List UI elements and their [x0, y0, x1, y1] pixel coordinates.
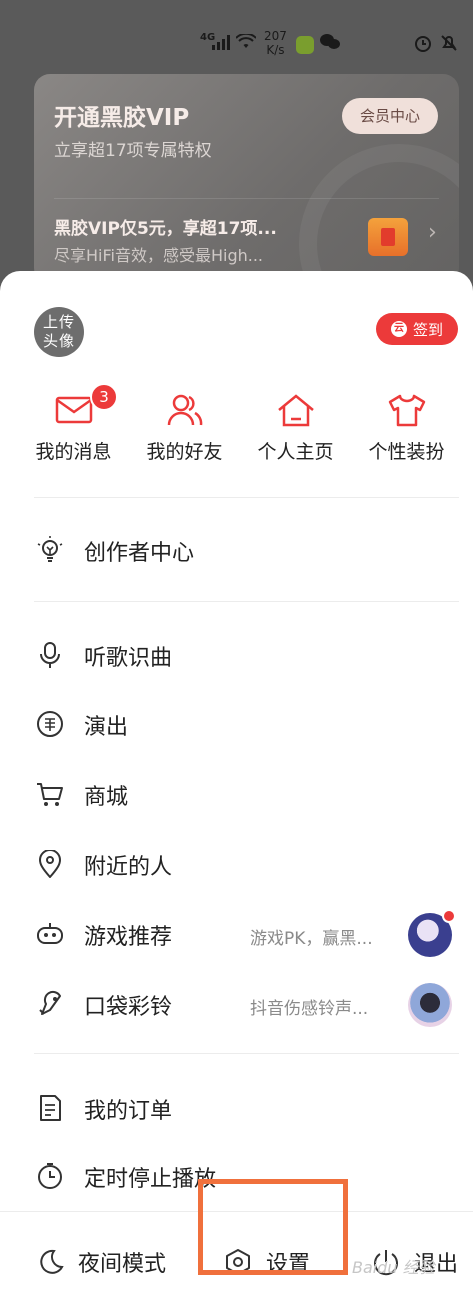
menu-item-ringtones[interactable]: 口袋彩铃 抖音伤感铃声... [0, 975, 473, 1033]
quick-action-friends[interactable]: 我的好友 [129, 389, 240, 479]
bottom-action-bar: 夜间模式 设置 退出 Baidu 经验 [0, 1179, 473, 1304]
menu-item-label: 商城 [84, 785, 129, 810]
red-envelope-icon [368, 218, 408, 256]
settings-label: 设置 [266, 1252, 311, 1277]
unread-badge: 3 [90, 383, 118, 411]
lightbulb-icon [37, 536, 63, 562]
night-mode-button[interactable]: 夜间模式 [36, 1242, 166, 1282]
vip-title: 开通黑胶VIP [54, 105, 190, 131]
settings-button[interactable]: 设置 [224, 1242, 310, 1282]
side-drawer: 上传 头像 云 签到 3 我的消息 我的好友 个人主页 个性装扮 创作者中心 听… [0, 271, 473, 1304]
vip-promo-subtitle: 尽享HiFi音效，感受最High... [54, 246, 263, 265]
divider [34, 601, 459, 602]
menu-item-music-recognition[interactable]: 听歌识曲 [0, 626, 473, 684]
menu-item-nearby[interactable]: 附近的人 [0, 835, 473, 893]
cart-icon [37, 783, 63, 806]
home-icon [277, 394, 314, 427]
night-mode-label: 夜间模式 [78, 1252, 167, 1277]
menu-item-orders[interactable]: 我的订单 [0, 1079, 473, 1137]
quick-action-label: 我的好友 [146, 441, 223, 463]
menu-item-hint: 抖音伤感铃声... [250, 999, 369, 1019]
location-pin-icon [38, 850, 62, 878]
member-center-button[interactable]: 会员中心 [342, 98, 438, 134]
microphone-icon [40, 642, 60, 668]
signin-button[interactable]: 云 签到 [376, 313, 458, 345]
menu-item-creator-center[interactable]: 创作者中心 [0, 521, 473, 579]
status-bar: 4G 207 K/s [0, 0, 473, 70]
timer-icon [38, 1163, 62, 1189]
quick-action-label: 我的消息 [35, 441, 112, 463]
quick-action-label: 个人主页 [257, 441, 334, 463]
menu-item-label: 创作者中心 [84, 541, 195, 566]
notification-dot [442, 909, 456, 923]
vip-card[interactable]: 开通黑胶VIP 立享超17项专属特权 会员中心 黑胶VIP仅5元，享超17项..… [34, 74, 459, 284]
moon-icon [40, 1249, 64, 1274]
vip-promo-title[interactable]: 黑胶VIP仅5元，享超17项... [54, 214, 277, 239]
menu-item-hint: 游戏PK，赢黑... [250, 929, 373, 949]
quick-action-homepage[interactable]: 个人主页 [240, 389, 351, 479]
signal-icon [212, 34, 230, 50]
menu-item-label: 口袋彩铃 [84, 995, 173, 1020]
menu-item-label: 附近的人 [84, 855, 173, 880]
document-icon [40, 1095, 61, 1121]
divider [34, 497, 459, 498]
menu-item-label: 游戏推荐 [84, 925, 173, 950]
chevron-right-icon[interactable]: › [428, 220, 437, 245]
wechat-icon [320, 34, 340, 54]
menu-item-label: 演出 [84, 715, 129, 740]
watermark: Baidu 经验 [352, 1258, 435, 1277]
menu-item-games[interactable]: 游戏推荐 游戏PK，赢黑... [0, 905, 473, 963]
divider [34, 1053, 459, 1054]
friends-icon [167, 394, 202, 426]
gamepad-icon [37, 923, 63, 944]
menu-item-label: 听歌识曲 [84, 646, 173, 671]
tshirt-icon [388, 394, 425, 427]
menu-item-label: 定时停止播放 [84, 1167, 217, 1192]
ticket-icon [37, 711, 63, 737]
vip-divider [54, 198, 439, 199]
quick-action-dressup[interactable]: 个性装扮 [351, 389, 462, 479]
vip-subtitle: 立享超17项专属特权 [54, 141, 212, 161]
menu-item-sleep-timer[interactable]: 定时停止播放 [0, 1147, 473, 1205]
vip-card-decoration [299, 144, 459, 284]
network-speed: 207 K/s [264, 29, 287, 57]
avatar[interactable]: 上传 头像 [34, 307, 84, 357]
mute-icon [440, 34, 458, 56]
settings-icon [226, 1249, 250, 1275]
menu-item-store[interactable]: 商城 [0, 765, 473, 823]
coin-icon: 云 [390, 321, 407, 337]
app-icon [296, 36, 314, 54]
ringtone-thumbnail [408, 983, 452, 1027]
mail-icon [55, 396, 92, 424]
ringtone-icon [39, 990, 61, 1015]
quick-actions: 3 我的消息 我的好友 个人主页 个性装扮 [18, 383, 462, 479]
wifi-icon [235, 32, 257, 55]
menu-item-label: 我的订单 [84, 1099, 173, 1124]
alarm-icon [414, 34, 432, 56]
quick-action-label: 个性装扮 [368, 441, 445, 463]
quick-action-messages[interactable]: 3 我的消息 [18, 383, 129, 479]
menu-item-shows[interactable]: 演出 [0, 695, 473, 753]
signin-label: 签到 [412, 320, 443, 339]
